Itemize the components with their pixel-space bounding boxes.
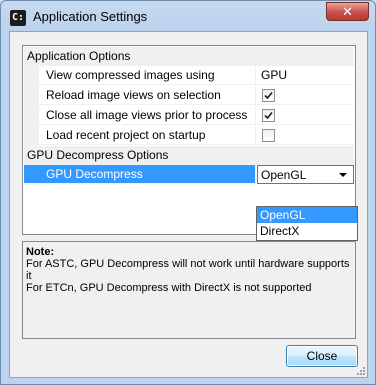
category-application-options[interactable]: Application Options [24,47,354,66]
resize-grip-icon[interactable] [354,364,366,376]
row-value [257,106,354,125]
dropdown-option-opengl[interactable]: OpenGL [257,207,357,223]
app-icon: C: [10,10,26,26]
close-all-image-views-checkbox[interactable] [262,109,275,122]
load-recent-project-checkbox[interactable] [262,129,275,142]
row-view-compressed-images[interactable]: View compressed images using GPU [24,66,354,85]
settings-window: C: Application Settings ✕ Application Op… [0,0,376,385]
dropdown-arrow-icon[interactable] [336,166,350,183]
row-reload-image-views[interactable]: Reload image views on selection [24,86,354,105]
row-gpu-decompress[interactable]: GPU Decompress OpenGL [24,165,354,184]
checkmark-icon [264,91,273,100]
dropdown-option-directx[interactable]: DirectX [257,223,357,239]
row-label: Close all image views prior to process [24,106,256,125]
checkmark-icon [264,111,273,120]
row-label: Load recent project on startup [24,126,256,145]
row-load-recent-project[interactable]: Load recent project on startup [24,126,354,145]
dialog-client-area: Application Options View compressed imag… [9,31,368,378]
row-value [257,86,354,105]
row-close-all-image-views[interactable]: Close all image views prior to process [24,106,354,125]
note-line: For ASTC, GPU Decompress will not work u… [26,258,350,282]
gpu-decompress-dropdown-list: OpenGL DirectX [256,206,358,241]
combobox-value: OpenGL [261,168,307,182]
title-bar[interactable]: C: Application Settings ✕ [1,1,375,31]
row-value [257,126,354,145]
category-gpu-decompress-options[interactable]: GPU Decompress Options [24,146,354,165]
gpu-decompress-combobox[interactable]: OpenGL [257,165,354,184]
note-panel: Note: For ASTC, GPU Decompress will not … [22,241,356,339]
window-title: Application Settings [33,9,148,24]
reload-image-views-checkbox[interactable] [262,89,275,102]
note-line: For ETCn, GPU Decompress with DirectX is… [26,282,312,294]
row-label: GPU Decompress [24,165,256,184]
close-button[interactable]: Close [286,345,358,367]
window-close-button[interactable]: ✕ [326,2,369,21]
row-value[interactable]: GPU [257,66,354,85]
row-label: View compressed images using [24,66,256,85]
row-label: Reload image views on selection [24,86,256,105]
note-title: Note: [26,246,55,258]
